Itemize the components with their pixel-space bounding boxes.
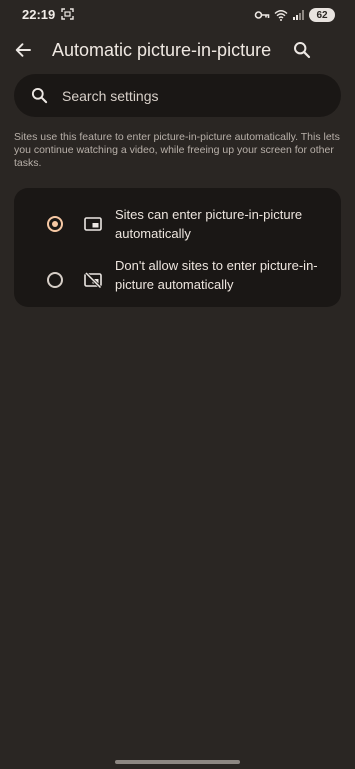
wifi-icon (274, 10, 288, 21)
search-placeholder: Search settings (62, 87, 159, 104)
option-label: Don't allow sites to enter picture-in-pi… (115, 258, 318, 292)
arrow-back-icon (15, 43, 31, 57)
search-icon (30, 87, 48, 105)
screenshot-icon (61, 8, 74, 20)
search-icon (294, 42, 311, 59)
option-block[interactable]: Don't allow sites to enter picture-in-pi… (14, 253, 341, 309)
picture-in-picture-icon (84, 217, 102, 231)
feature-description: Sites use this feature to enter picture-… (14, 131, 340, 169)
options-card: Sites can enter picture-in-picture autom… (14, 188, 341, 307)
radio-button-selected[interactable] (47, 216, 63, 232)
radio-button-unselected[interactable] (47, 272, 63, 288)
option-label: Sites can enter picture-in-picture autom… (115, 207, 303, 241)
search-settings-input[interactable]: Search settings (14, 74, 341, 117)
app-bar: Automatic picture-in-picture (0, 30, 355, 70)
status-time: 22:19 (22, 7, 56, 22)
option-allow[interactable]: Sites can enter picture-in-picture autom… (14, 196, 341, 252)
battery-level: 62 (316, 9, 328, 21)
status-icons: 62 (254, 7, 335, 23)
picture-in-picture-off-icon (84, 272, 102, 288)
header-search-button[interactable] (291, 39, 313, 61)
home-indicator[interactable] (115, 760, 240, 764)
battery-indicator: 62 (309, 8, 335, 22)
page-title: Automatic picture-in-picture (52, 40, 272, 60)
status-bar: 22:19 62 (0, 0, 355, 30)
signal-icon (293, 10, 304, 20)
back-button[interactable] (11, 38, 35, 62)
vpn-key-icon (254, 11, 270, 19)
